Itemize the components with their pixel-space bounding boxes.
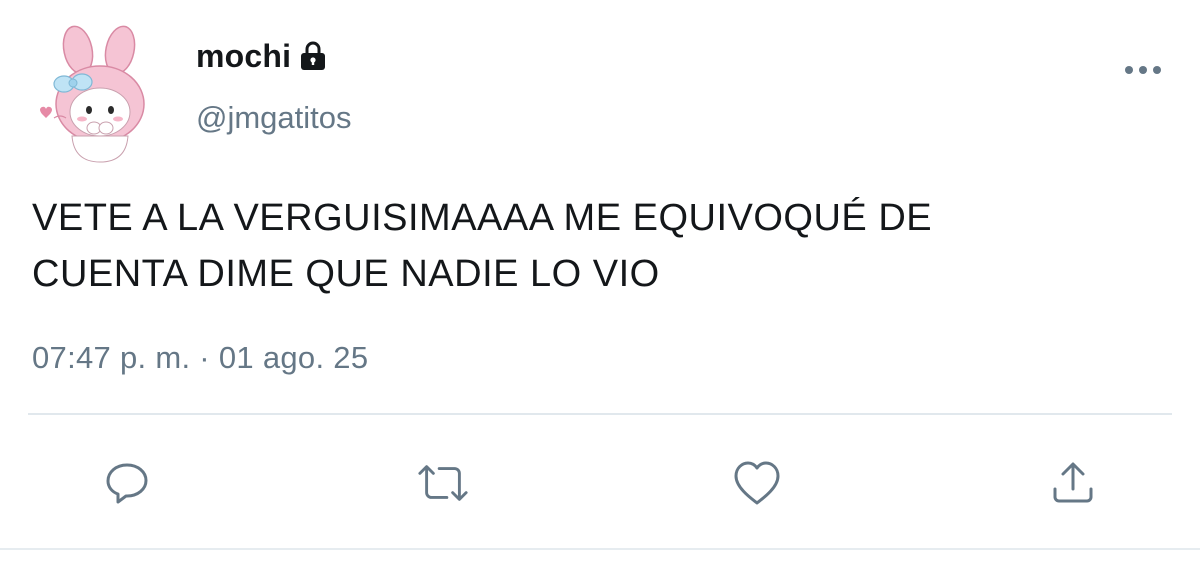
speech-bubble-icon	[106, 463, 148, 504]
share-button[interactable]	[1046, 456, 1100, 510]
heart-icon	[734, 461, 780, 505]
bunny-hood-character-avatar	[40, 25, 145, 163]
display-name-row: mochi	[196, 38, 327, 75]
like-button[interactable]	[730, 456, 784, 510]
lock-icon	[299, 41, 327, 71]
tweet-card: mochi @jmgatitos VETE A LA VERGUISIMAAAA…	[0, 0, 1200, 567]
divider	[28, 413, 1172, 415]
retweet-arrows-icon	[418, 465, 468, 501]
more-dots-icon	[1125, 66, 1161, 74]
display-name[interactable]: mochi	[196, 38, 291, 75]
more-options-button[interactable]	[1120, 58, 1166, 82]
user-handle[interactable]: @jmgatitos	[196, 100, 352, 136]
tweet-timestamp[interactable]: 07:47 p. m. · 01 ago. 25	[32, 340, 368, 376]
avatar[interactable]	[26, 20, 174, 168]
retweet-button[interactable]	[416, 456, 470, 510]
reply-button[interactable]	[100, 456, 154, 510]
tweet-text: VETE A LA VERGUISIMAAAA ME EQUIVOQUÉ DE …	[32, 197, 933, 295]
action-bar	[0, 456, 1200, 510]
share-upload-icon	[1053, 462, 1093, 503]
bottom-divider	[0, 548, 1200, 550]
